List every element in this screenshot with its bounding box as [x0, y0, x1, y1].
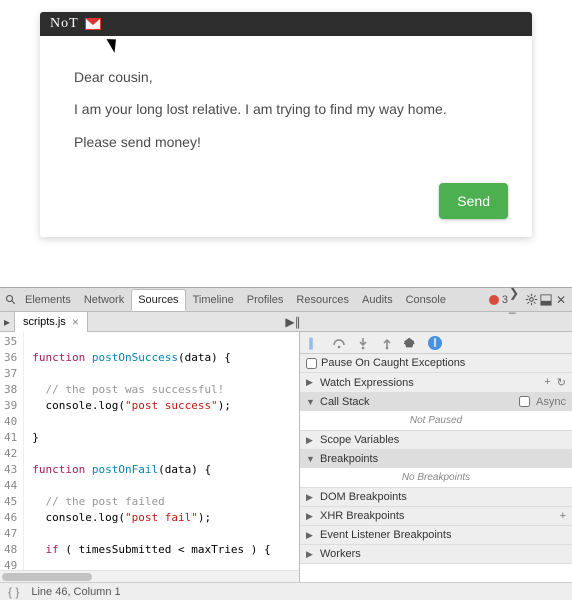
debugger-side-panel: ∥ ⬟ ∥ Pause On Caught Exceptions ▶ Watch … — [300, 332, 572, 582]
email-body: Dear cousin, I am your long lost relativ… — [40, 36, 532, 183]
devtools-tabbar: Elements Network Sources Timeline Profil… — [0, 288, 572, 312]
workers-panel[interactable]: ▶ Workers — [300, 545, 572, 564]
scroll-thumb[interactable] — [2, 573, 92, 581]
step-over-icon[interactable] — [332, 336, 346, 350]
xhr-breakpoints-panel[interactable]: ▶ XHR Breakpoints + — [300, 507, 572, 526]
tab-elements[interactable]: Elements — [19, 290, 77, 310]
disclosure-triangle-icon: ▶ — [306, 435, 316, 446]
watch-panel[interactable]: ▶ Watch Expressions + ↻ — [300, 373, 572, 393]
code-lines[interactable]: function postOnSuccess(data) { // the po… — [24, 332, 285, 570]
step-into-icon[interactable] — [356, 336, 370, 350]
step-out-icon[interactable] — [380, 336, 394, 350]
email-line: I am your long lost relative. I am tryin… — [74, 98, 498, 120]
pause-caught-row: Pause On Caught Exceptions — [300, 354, 572, 373]
tab-timeline[interactable]: Timeline — [187, 290, 240, 310]
scope-panel[interactable]: ▶ Scope Variables — [300, 431, 572, 450]
pause-caught-label: Pause On Caught Exceptions — [321, 357, 465, 369]
panel-label: Call Stack — [320, 396, 370, 408]
debugger-toolbar: ∥ ⬟ ∥ — [300, 332, 572, 354]
gmail-icon — [85, 18, 101, 30]
close-icon[interactable]: ✕ — [554, 293, 568, 307]
refresh-icon[interactable]: ↻ — [557, 376, 566, 389]
disclosure-triangle-icon: ▶ — [306, 377, 316, 388]
app-title-bar: NoT — [40, 12, 532, 36]
file-tabbar: ▸ scripts.js × ▶∥ — [0, 312, 572, 332]
line-gutter: 3536373839404142434445464748495051525354… — [0, 332, 24, 570]
event-breakpoints-panel[interactable]: ▶ Event Listener Breakpoints — [300, 526, 572, 545]
email-app-window: NoT Dear cousin, I am your long lost rel… — [40, 12, 532, 237]
status-bar: { } Line 46, Column 1 — [0, 582, 572, 600]
tab-audits[interactable]: Audits — [356, 290, 399, 310]
tab-profiles[interactable]: Profiles — [241, 290, 290, 310]
callstack-status: Not Paused — [300, 411, 572, 430]
tab-sources[interactable]: Sources — [131, 289, 185, 311]
tab-resources[interactable]: Resources — [290, 290, 355, 310]
run-snippet-icon[interactable]: ▶∥ — [286, 315, 300, 329]
navigator-toggle-icon[interactable]: ▸ — [0, 313, 14, 331]
callstack-panel[interactable]: ▼ Call Stack Async Not Paused — [300, 393, 572, 431]
panel-label: Scope Variables — [320, 434, 399, 446]
devtools-panel: Elements Network Sources Timeline Profil… — [0, 287, 572, 600]
async-checkbox[interactable] — [519, 396, 530, 407]
pretty-print-icon[interactable]: { } — [8, 585, 19, 599]
send-row: Send — [40, 183, 532, 237]
panel-label: Breakpoints — [320, 453, 378, 465]
error-dot-icon — [489, 295, 499, 305]
add-icon[interactable]: + — [560, 510, 566, 522]
disclosure-triangle-icon: ▶ — [306, 549, 316, 560]
async-label: Async — [536, 396, 566, 408]
panel-label: XHR Breakpoints — [320, 510, 404, 522]
panel-label: DOM Breakpoints — [320, 491, 407, 503]
drawer-toggle-icon[interactable]: ❯_ — [509, 293, 523, 307]
email-line: Dear cousin, — [74, 66, 498, 88]
file-tab-label: scripts.js — [23, 316, 66, 328]
disclosure-triangle-icon: ▶ — [306, 511, 316, 522]
panel-label: Watch Expressions — [320, 377, 414, 389]
tab-console[interactable]: Console — [400, 290, 452, 310]
dock-icon[interactable] — [539, 293, 553, 307]
page-upper: NoT Dear cousin, I am your long lost rel… — [0, 0, 572, 259]
deactivate-breakpoints-icon[interactable]: ⬟ — [404, 336, 418, 350]
dom-breakpoints-panel[interactable]: ▶ DOM Breakpoints — [300, 488, 572, 507]
gear-icon[interactable] — [524, 293, 538, 307]
error-count[interactable]: 3 — [489, 294, 508, 306]
brand-text: NoT — [50, 16, 79, 32]
search-icon[interactable] — [4, 293, 18, 307]
pause-exceptions-icon[interactable]: ∥ — [428, 336, 442, 350]
pause-caught-checkbox[interactable] — [306, 358, 317, 369]
panel-label: Workers — [320, 548, 361, 560]
disclosure-triangle-icon: ▶ — [306, 530, 316, 541]
tab-network[interactable]: Network — [78, 290, 130, 310]
email-line: Please send money! — [74, 131, 498, 153]
horizontal-scrollbar[interactable] — [0, 570, 299, 582]
disclosure-triangle-icon: ▼ — [306, 454, 316, 464]
code-editor[interactable]: 3536373839404142434445464748495051525354… — [0, 332, 300, 582]
pause-icon[interactable]: ∥ — [308, 336, 322, 350]
cursor-position: Line 46, Column 1 — [31, 586, 120, 598]
panel-label: Event Listener Breakpoints — [320, 529, 451, 541]
code-body: 3536373839404142434445464748495051525354… — [0, 332, 299, 570]
file-close-icon[interactable]: × — [72, 315, 79, 329]
disclosure-triangle-icon: ▼ — [306, 397, 316, 407]
send-button[interactable]: Send — [439, 183, 508, 219]
devtools-main: 3536373839404142434445464748495051525354… — [0, 332, 572, 582]
breakpoints-status: No Breakpoints — [300, 468, 572, 487]
disclosure-triangle-icon: ▶ — [306, 492, 316, 503]
file-tab[interactable]: scripts.js × — [14, 312, 88, 332]
breakpoints-panel[interactable]: ▼ Breakpoints No Breakpoints — [300, 450, 572, 488]
error-count-number: 3 — [502, 294, 508, 306]
add-icon[interactable]: + — [544, 376, 550, 389]
